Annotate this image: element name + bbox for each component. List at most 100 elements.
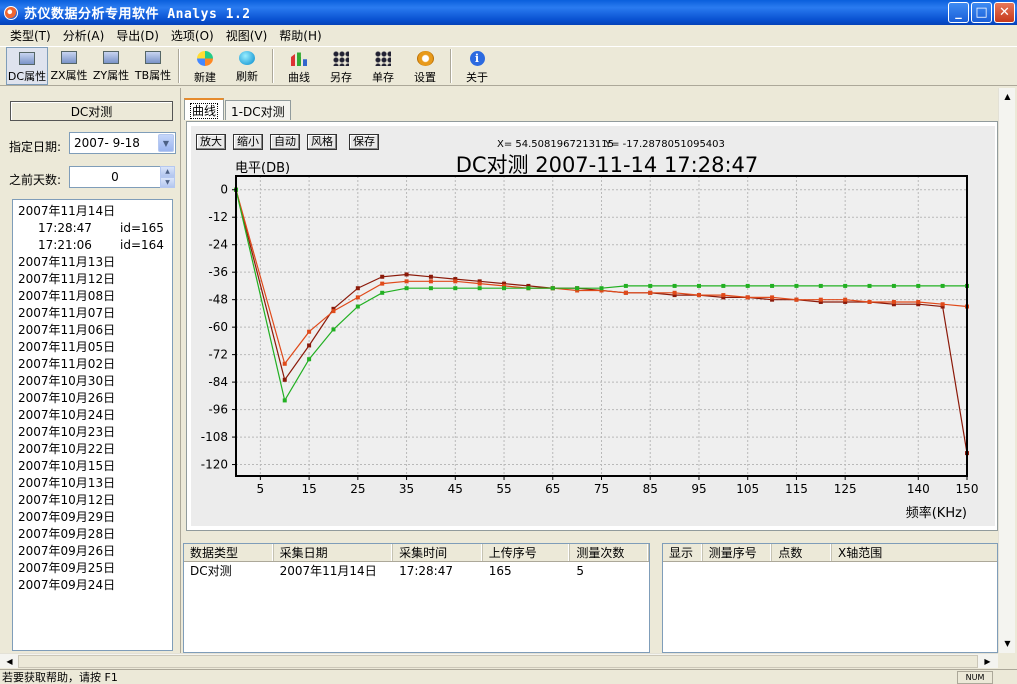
tree-date-item[interactable]: 2007年10月30日	[18, 373, 172, 390]
maximize-button[interactable]: □	[971, 2, 992, 23]
column-header[interactable]: 上传序号	[483, 544, 571, 561]
tree-date-item[interactable]: 2007年11月05日	[18, 339, 172, 356]
tree-date-item[interactable]: 2007年11月12日	[18, 271, 172, 288]
y-tick-label: 0	[220, 183, 228, 197]
chart-area[interactable]: 放大 缩小 自动 风格 保存 X= 54.5081967213115 Y= -1…	[191, 126, 995, 526]
tree-child-item[interactable]: 17:28:47 id=165	[18, 220, 172, 237]
x-tick-label: 85	[643, 482, 658, 496]
tree-date-item[interactable]: 2007年10月22日	[18, 441, 172, 458]
x-tick-label: 95	[691, 482, 706, 496]
tree-date-item[interactable]: 2007年11月07日	[18, 305, 172, 322]
panel-title-button[interactable]: DC对测	[10, 101, 173, 121]
zx-properties-label: ZX属性	[50, 69, 88, 82]
data-point	[843, 283, 848, 288]
tree-date-item[interactable]: 2007年09月28日	[18, 526, 172, 543]
data-point	[550, 286, 555, 291]
properties-icon	[19, 52, 35, 65]
dc-properties-button[interactable]: DC属性	[6, 47, 48, 85]
data-point	[477, 286, 482, 291]
tree-date-item[interactable]: 2007年09月24日	[18, 577, 172, 594]
date-tree: 2007年11月14日 17:28:47 id=165 17:21:06 id=…	[12, 199, 173, 651]
column-header[interactable]: 采集时间	[393, 544, 483, 561]
toolbar-separator	[450, 49, 452, 83]
save-as-button[interactable]: 另存	[320, 47, 362, 85]
days-input[interactable]: 0	[69, 166, 161, 188]
chevron-down-icon[interactable]: ▼	[158, 134, 174, 152]
column-header[interactable]: 采集日期	[274, 544, 394, 561]
vertical-scrollbar[interactable]: ▲ ▼	[998, 88, 1015, 653]
menu-analyze[interactable]: 分析(A)	[57, 27, 111, 44]
status-text: 若要获取帮助，请按 F1	[2, 671, 118, 684]
scroll-right-icon[interactable]: ▶	[980, 654, 995, 669]
column-header[interactable]: 测量序号	[703, 544, 773, 561]
curve-button[interactable]: 曲线	[278, 47, 320, 85]
scroll-down-icon[interactable]: ▼	[1000, 636, 1015, 651]
tab-dc-test[interactable]: 1-DC对测	[225, 100, 291, 120]
new-button[interactable]: 新建	[184, 47, 226, 85]
tree-date-item[interactable]: 2007年11月08日	[18, 288, 172, 305]
tree-child-item[interactable]: 17:21:06 id=164	[18, 237, 172, 254]
data-point	[282, 398, 287, 403]
table-row[interactable]: DC对测 2007年11月14日 17:28:47 165 5	[184, 562, 649, 580]
scroll-up-icon[interactable]: ▲	[1000, 89, 1015, 104]
menu-help[interactable]: 帮助(H)	[273, 27, 327, 44]
data-point	[428, 274, 433, 279]
tree-date-item[interactable]: 2007年10月12日	[18, 492, 172, 509]
data-point	[404, 272, 409, 277]
spin-up-icon[interactable]: ▲	[160, 166, 175, 177]
x-tick-label: 5	[257, 482, 265, 496]
tree-date-item[interactable]: 2007年09月26日	[18, 543, 172, 560]
column-header[interactable]: 点数	[772, 544, 833, 561]
horizontal-scrollbar[interactable]: ◀ ▶	[0, 653, 998, 668]
data-point	[745, 295, 750, 300]
scroll-left-icon[interactable]: ◀	[2, 654, 17, 669]
tree-date-item[interactable]: 2007年09月25日	[18, 560, 172, 577]
column-header[interactable]: 测量次数	[570, 544, 649, 561]
column-header[interactable]: 数据类型	[184, 544, 274, 561]
tree-date-item[interactable]: 2007年11月14日	[18, 203, 172, 220]
data-point	[380, 274, 385, 279]
spin-down-icon[interactable]: ▼	[160, 177, 175, 188]
tb-properties-button[interactable]: TB属性	[132, 47, 174, 85]
save-single-button[interactable]: 单存	[362, 47, 404, 85]
days-spinner[interactable]: ▲ ▼	[160, 166, 175, 188]
column-header[interactable]: 显示	[663, 544, 703, 561]
zy-properties-button[interactable]: ZY属性	[90, 47, 132, 85]
tree-date-item[interactable]: 2007年10月24日	[18, 407, 172, 424]
menu-export[interactable]: 导出(D)	[110, 27, 165, 44]
refresh-button[interactable]: 刷新	[226, 47, 268, 85]
tree-date-item[interactable]: 2007年10月23日	[18, 424, 172, 441]
tree-date-item[interactable]: 2007年11月02日	[18, 356, 172, 373]
menu-view[interactable]: 视图(V)	[220, 27, 274, 44]
tree-date-item[interactable]: 2007年11月06日	[18, 322, 172, 339]
scroll-thumb[interactable]	[18, 655, 978, 668]
menu-options[interactable]: 选项(O)	[165, 27, 220, 44]
zx-properties-button[interactable]: ZX属性	[48, 47, 90, 85]
status-bar: 若要获取帮助，请按 F1 NUM	[0, 669, 1017, 684]
data-point	[282, 361, 287, 366]
date-picker[interactable]: 2007- 9-18 ▼	[69, 132, 176, 154]
about-button[interactable]: i 关于	[456, 47, 498, 85]
tree-date-item[interactable]: 2007年09月29日	[18, 509, 172, 526]
close-button[interactable]: ✕	[994, 2, 1015, 23]
data-point	[916, 283, 921, 288]
tree-date-item[interactable]: 2007年10月13日	[18, 475, 172, 492]
date-value: 2007- 9-18	[74, 136, 140, 150]
save-as-label: 另存	[330, 71, 352, 84]
toolbar: DC属性 ZX属性 ZY属性 TB属性 新建 刷新 曲线 另存 单存 设置 i …	[0, 46, 1017, 86]
minimize-button[interactable]: _	[948, 2, 969, 23]
data-point	[502, 286, 507, 291]
tree-date-item[interactable]: 2007年11月13日	[18, 254, 172, 271]
date-label: 指定日期:	[9, 140, 62, 154]
size-grip[interactable]	[998, 653, 1017, 668]
y-tick-label: -36	[208, 265, 228, 279]
menu-type[interactable]: 类型(T)	[4, 27, 57, 44]
tab-curve[interactable]: 曲线	[184, 98, 225, 120]
column-header[interactable]: X轴范围	[832, 544, 997, 561]
tree-date-item[interactable]: 2007年10月15日	[18, 458, 172, 475]
data-point	[453, 286, 458, 291]
save-single-label: 单存	[372, 71, 394, 84]
tree-date-item[interactable]: 2007年10月26日	[18, 390, 172, 407]
settings-button[interactable]: 设置	[404, 47, 446, 85]
x-tick-label: 115	[785, 482, 808, 496]
